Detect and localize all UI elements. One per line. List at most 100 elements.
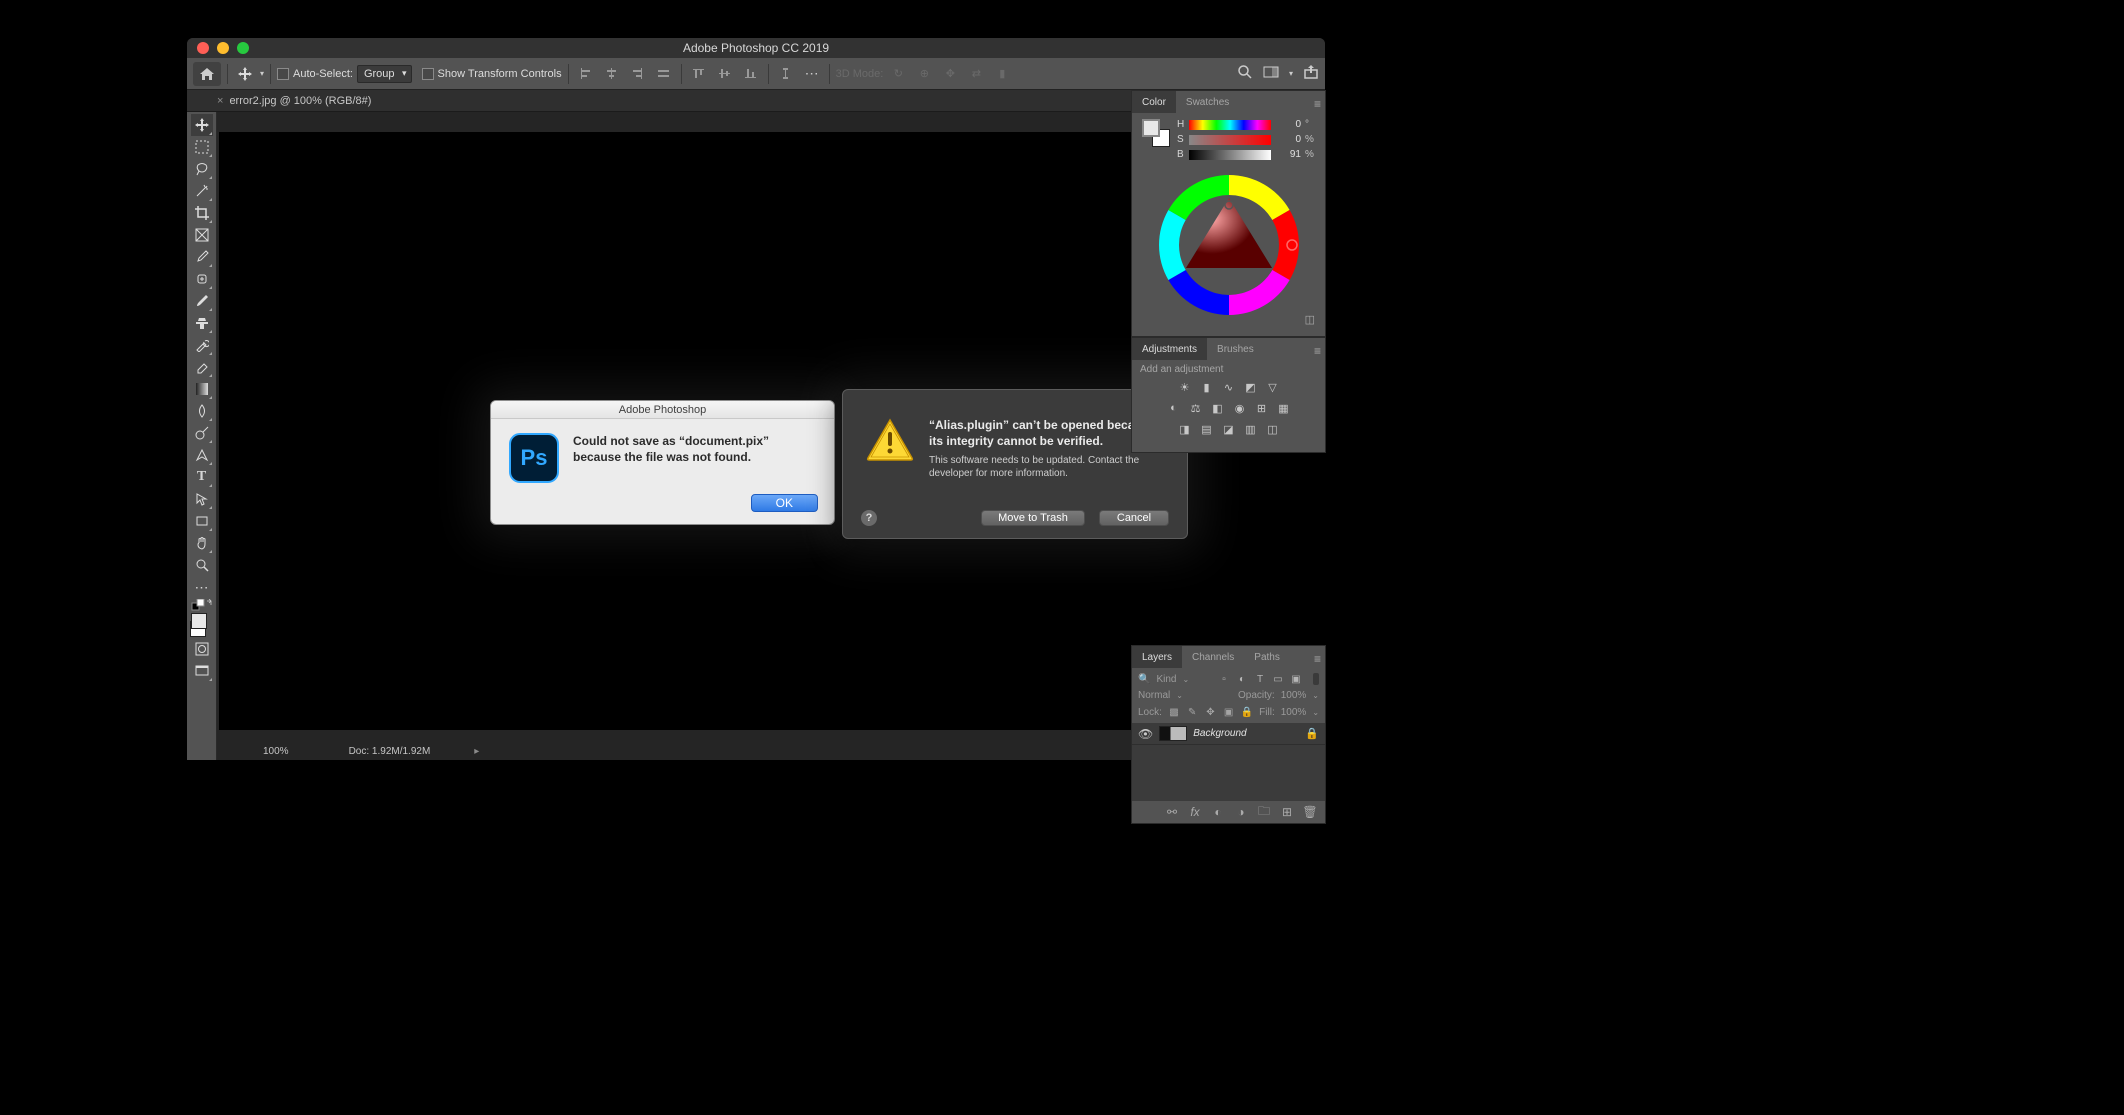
history-brush-tool[interactable] <box>191 334 213 356</box>
zoom-level[interactable]: 100% <box>263 746 289 757</box>
workspace-dropdown-icon[interactable]: ▾ <box>1289 69 1293 78</box>
delete-layer-icon[interactable]: 🗑 <box>1303 805 1317 819</box>
crop-tool[interactable] <box>191 202 213 224</box>
channels-tab[interactable]: Channels <box>1182 646 1244 668</box>
align-bottom-edges-icon[interactable] <box>740 63 762 85</box>
gradient-tool[interactable] <box>191 378 213 400</box>
ok-button[interactable]: OK <box>751 494 818 512</box>
clone-stamp-tool[interactable] <box>191 312 213 334</box>
lock-transparency-icon[interactable]: ▩ <box>1168 705 1180 719</box>
adjustment-layer-icon[interactable]: ◑ <box>1234 805 1248 819</box>
show-transform-checkbox[interactable]: Show Transform Controls <box>422 68 562 80</box>
healing-brush-tool[interactable] <box>191 268 213 290</box>
filter-shape-icon[interactable]: ▭ <box>1271 672 1285 686</box>
new-layer-icon[interactable]: ⊞ <box>1280 805 1294 819</box>
brightness-slider[interactable] <box>1189 150 1271 160</box>
layer-visibility-icon[interactable]: 👁 <box>1138 727 1153 741</box>
brightness-value[interactable]: 91 <box>1275 149 1301 160</box>
threshold-icon[interactable]: ◪ <box>1221 421 1237 437</box>
curves-icon[interactable]: ∿ <box>1221 379 1237 395</box>
layer-item[interactable]: 👁 Background 🔒 <box>1132 723 1325 745</box>
group-icon[interactable]: 🗀 <box>1257 805 1271 819</box>
layer-name[interactable]: Background <box>1193 728 1299 739</box>
align-right-edges-icon[interactable] <box>627 63 649 85</box>
workspace-switcher-icon[interactable] <box>1263 66 1279 81</box>
screen-mode-icon[interactable] <box>191 660 213 682</box>
filter-toggle[interactable] <box>1313 673 1319 685</box>
help-button[interactable]: ? <box>861 510 877 526</box>
align-vertical-centers-icon[interactable] <box>714 63 736 85</box>
magic-wand-tool[interactable] <box>191 180 213 202</box>
color-lookup-icon[interactable]: ▦ <box>1276 400 1292 416</box>
pen-tool[interactable] <box>191 444 213 466</box>
tab-close-icon[interactable]: × <box>217 95 223 107</box>
color-tab[interactable]: Color <box>1132 91 1176 113</box>
move-tool[interactable] <box>191 114 213 136</box>
move-tool-icon[interactable] <box>234 63 256 85</box>
swap-colors-icon[interactable] <box>191 598 213 612</box>
align-horizontal-centers-icon[interactable] <box>601 63 623 85</box>
marquee-tool[interactable] <box>191 136 213 158</box>
selective-color-icon[interactable]: ◫ <box>1265 421 1281 437</box>
lock-position-icon[interactable]: ✥ <box>1204 705 1216 719</box>
rectangle-tool[interactable] <box>191 510 213 532</box>
photo-filter-icon[interactable]: ◉ <box>1232 400 1248 416</box>
layer-mask-icon[interactable]: ◐ <box>1211 805 1225 819</box>
document-tab[interactable]: × error2.jpg @ 100% (RGB/8#) <box>217 95 371 107</box>
filter-smart-icon[interactable]: ▣ <box>1289 672 1303 686</box>
color-wheel[interactable] <box>1154 170 1304 320</box>
close-window-button[interactable] <box>197 42 209 54</box>
edit-toolbar-icon[interactable]: ⋯ <box>191 576 213 598</box>
vibrance-icon[interactable]: ▽ <box>1265 379 1281 395</box>
blend-mode-dropdown[interactable]: Normal <box>1138 690 1170 701</box>
align-left-edges-icon[interactable] <box>575 63 597 85</box>
zoom-tool[interactable] <box>191 554 213 576</box>
hue-saturation-icon[interactable]: ◐ <box>1166 400 1182 416</box>
adjustments-tab[interactable]: Adjustments <box>1132 338 1207 360</box>
move-to-trash-button[interactable]: Move to Trash <box>981 510 1085 526</box>
blur-tool[interactable] <box>191 400 213 422</box>
posterize-icon[interactable]: ▤ <box>1199 421 1215 437</box>
frame-tool[interactable] <box>191 224 213 246</box>
more-options-icon[interactable]: ⋯ <box>801 63 823 85</box>
levels-icon[interactable]: ▮ <box>1199 379 1215 395</box>
panel-menu-icon[interactable]: ≡ <box>1314 652 1321 666</box>
layer-thumbnail[interactable] <box>1159 726 1187 741</box>
saturation-value[interactable]: 0 <box>1275 134 1301 145</box>
paths-tab[interactable]: Paths <box>1244 646 1290 668</box>
color-picker-mode-icon[interactable]: ◫ <box>1305 313 1315 326</box>
hand-tool[interactable] <box>191 532 213 554</box>
filter-adjustment-icon[interactable]: ◐ <box>1235 672 1249 686</box>
filter-type-icon[interactable]: T <box>1253 672 1267 686</box>
type-tool[interactable]: T <box>191 466 213 488</box>
filter-kind-label[interactable]: Kind <box>1156 674 1176 685</box>
panel-menu-icon[interactable]: ≡ <box>1314 97 1321 111</box>
gradient-map-icon[interactable]: ▥ <box>1243 421 1259 437</box>
channel-mixer-icon[interactable]: ⊞ <box>1254 400 1270 416</box>
layer-lock-icon[interactable]: 🔒 <box>1305 727 1319 740</box>
filter-search-icon[interactable]: 🔍 <box>1138 674 1150 685</box>
opacity-value[interactable]: 100% <box>1281 690 1307 701</box>
distribute-menu-icon[interactable] <box>653 63 675 85</box>
tool-preset-dropdown-icon[interactable]: ▾ <box>260 69 264 78</box>
search-icon[interactable] <box>1237 64 1253 83</box>
hue-slider[interactable] <box>1189 120 1271 130</box>
invert-icon[interactable]: ◨ <box>1177 421 1193 437</box>
eraser-tool[interactable] <box>191 356 213 378</box>
filter-pixel-icon[interactable]: ▫ <box>1217 672 1231 686</box>
lock-pixels-icon[interactable]: ✎ <box>1186 705 1198 719</box>
dodge-tool[interactable] <box>191 422 213 444</box>
lasso-tool[interactable] <box>191 158 213 180</box>
minimize-window-button[interactable] <box>217 42 229 54</box>
black-white-icon[interactable]: ◧ <box>1210 400 1226 416</box>
status-menu-icon[interactable]: ▸ <box>474 746 479 757</box>
saturation-slider[interactable] <box>1189 135 1271 145</box>
foreground-background-color[interactable] <box>191 612 213 638</box>
brushes-tab[interactable]: Brushes <box>1207 338 1264 360</box>
link-layers-icon[interactable]: ⚯ <box>1165 805 1179 819</box>
lock-artboard-icon[interactable]: ▣ <box>1223 705 1235 719</box>
distribute-vertical-icon[interactable] <box>775 63 797 85</box>
hue-value[interactable]: 0 <box>1275 119 1301 130</box>
eyedropper-tool[interactable] <box>191 246 213 268</box>
align-top-edges-icon[interactable] <box>688 63 710 85</box>
